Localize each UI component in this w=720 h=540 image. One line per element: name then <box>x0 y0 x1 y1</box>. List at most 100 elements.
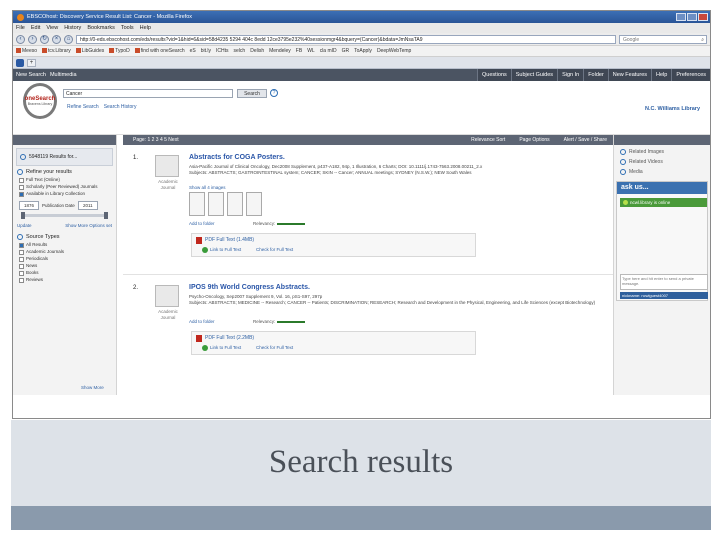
forward-icon[interactable]: › <box>28 34 37 44</box>
close-button[interactable] <box>698 13 708 21</box>
image-thumbnail[interactable] <box>189 192 205 216</box>
checkbox[interactable] <box>19 264 24 269</box>
collapse-icon[interactable] <box>17 234 23 240</box>
bookmark-item[interactable]: eS <box>190 48 196 54</box>
search-icon[interactable]: ⌕ <box>701 36 704 44</box>
url-bar[interactable]: http://0-eds.ebscohost.com/eds/results?v… <box>76 34 616 44</box>
expand-icon[interactable] <box>620 159 626 165</box>
preferences-link[interactable]: Preferences <box>671 69 710 81</box>
minimize-button[interactable] <box>676 13 686 21</box>
check-for-full-text[interactable]: Check for Full Text <box>256 247 293 252</box>
pagination[interactable]: Page: 1 2 3 4 5 Next <box>133 137 179 143</box>
folder-link[interactable]: Folder <box>583 69 608 81</box>
related-videos[interactable]: Related Videos <box>620 159 704 165</box>
image-thumbnail[interactable] <box>227 192 243 216</box>
checkbox[interactable] <box>19 250 24 255</box>
checkbox[interactable] <box>19 257 24 262</box>
bookmark-item[interactable]: Mendeley <box>269 48 291 54</box>
image-thumbnail[interactable] <box>246 192 262 216</box>
bookmark-item[interactable]: Meeso <box>16 48 37 54</box>
slider-handle-start[interactable] <box>21 212 25 219</box>
source-type-item[interactable]: Reviews <box>19 277 112 283</box>
related-images[interactable]: Related Images <box>620 149 704 155</box>
checkbox[interactable] <box>19 243 24 248</box>
result-title-link[interactable]: IPOS 9th World Congress Abstracts. <box>189 284 310 291</box>
chat-message-input[interactable]: Type here and hit enter to send a privat… <box>620 274 708 290</box>
bookmark-item[interactable]: FB <box>296 48 302 54</box>
bookmark-item[interactable]: ICHts <box>216 48 229 54</box>
chat-nickname[interactable]: nickname: ncwlguest4007 <box>620 292 708 299</box>
bookmark-item[interactable]: find with oneSearch <box>134 48 185 54</box>
bookmark-item[interactable]: GR <box>342 48 350 54</box>
menu-file[interactable]: File <box>16 25 25 31</box>
bookmark-item[interactable]: cla mID <box>320 48 337 54</box>
menu-edit[interactable]: Edit <box>31 25 40 31</box>
bookmark-item[interactable]: tcv.Library <box>42 48 71 54</box>
bookmark-item[interactable]: TypoD <box>109 48 130 54</box>
menu-tools[interactable]: Tools <box>121 25 134 31</box>
slider-handle-end[interactable] <box>104 212 108 219</box>
collapse-icon[interactable] <box>17 169 23 175</box>
checkbox[interactable] <box>19 185 24 190</box>
maximize-button[interactable] <box>687 13 697 21</box>
checkbox[interactable] <box>19 278 24 283</box>
menu-history[interactable]: History <box>64 25 81 31</box>
show-images-link[interactable]: Show all 4 images <box>189 185 226 190</box>
menu-bookmarks[interactable]: Bookmarks <box>87 25 115 31</box>
help-link[interactable]: Help <box>651 69 672 81</box>
check-for-full-text[interactable]: Check for Full Text <box>256 345 293 350</box>
page-options-dropdown[interactable]: Page Options <box>519 137 549 143</box>
new-tab-icon[interactable]: + <box>27 58 36 67</box>
limiter-scholarly[interactable]: Scholarly (Peer Reviewed) Journals <box>19 184 112 190</box>
limiter-library-collection[interactable]: Available in Library Collection <box>19 191 112 197</box>
bookmark-item[interactable]: Delish <box>250 48 264 54</box>
pdf-full-text-link[interactable]: PDF Full Text (1.4MB) <box>205 237 254 243</box>
help-icon[interactable]: ? <box>270 89 278 97</box>
search-input[interactable]: Cancer <box>63 89 233 98</box>
bookmark-item[interactable]: DeepWebTemp <box>377 48 411 54</box>
sign-in-link[interactable]: Sign In <box>557 69 584 81</box>
link-to-full-text[interactable]: Link to Full Text <box>210 345 241 350</box>
source-type-item[interactable]: Academic Journals <box>19 249 112 255</box>
home-icon[interactable]: ⌂ <box>64 34 73 44</box>
stop-icon[interactable]: × <box>52 34 61 44</box>
ebsco-tab[interactable] <box>16 58 24 67</box>
date-slider[interactable] <box>21 212 108 219</box>
browser-search-input[interactable]: Google ⌕ <box>619 34 707 44</box>
questions-link[interactable]: Questions <box>476 69 511 81</box>
menu-help[interactable]: Help <box>140 25 151 31</box>
media[interactable]: Media <box>620 169 704 175</box>
date-to-input[interactable]: 2011 <box>77 201 98 210</box>
menu-view[interactable]: View <box>46 25 58 31</box>
image-thumbnail[interactable] <box>208 192 224 216</box>
limiter-full-text[interactable]: Full Text (Online) <box>19 177 112 183</box>
search-history-link[interactable]: Search History <box>104 104 137 110</box>
source-type-item[interactable]: Books <box>19 270 112 276</box>
pdf-full-text-link[interactable]: PDF Full Text (2.2MB) <box>205 335 254 341</box>
checkbox[interactable] <box>19 178 24 183</box>
checkbox[interactable] <box>19 192 24 197</box>
expand-icon[interactable] <box>620 149 626 155</box>
show-more-link[interactable]: Show More <box>81 385 104 390</box>
relevance-sort-dropdown[interactable]: Relevance Sort <box>471 137 505 143</box>
update-button[interactable]: Update <box>17 223 32 228</box>
refine-search-link[interactable]: Refine Search <box>67 104 99 110</box>
add-to-folder-link[interactable]: Add to folder <box>189 319 215 324</box>
alert-save-share-dropdown[interactable]: Alert / Save / Share <box>564 137 607 143</box>
show-more-link[interactable]: Show More Options set <box>65 223 112 228</box>
bookmark-item[interactable]: bit.ly <box>201 48 211 54</box>
subject-guides-link[interactable]: Subject Guides <box>510 69 558 81</box>
source-type-item[interactable]: News <box>19 263 112 269</box>
expand-icon[interactable] <box>620 169 626 175</box>
result-title-link[interactable]: Abstracts for COGA Posters. <box>189 154 285 161</box>
bookmark-item[interactable]: LibGuides <box>75 48 104 54</box>
bookmark-item[interactable]: selch <box>234 48 246 54</box>
source-type-item[interactable]: All Results <box>19 242 112 248</box>
source-type-item[interactable]: Periodicals <box>19 256 112 262</box>
new-features-link[interactable]: New Features <box>607 69 652 81</box>
bookmark-item[interactable]: ToApply <box>354 48 372 54</box>
back-icon[interactable]: ‹ <box>16 34 25 44</box>
reload-icon[interactable]: ↻ <box>40 34 49 44</box>
link-to-full-text[interactable]: Link to Full Text <box>210 247 241 252</box>
collapse-icon[interactable] <box>20 154 26 160</box>
